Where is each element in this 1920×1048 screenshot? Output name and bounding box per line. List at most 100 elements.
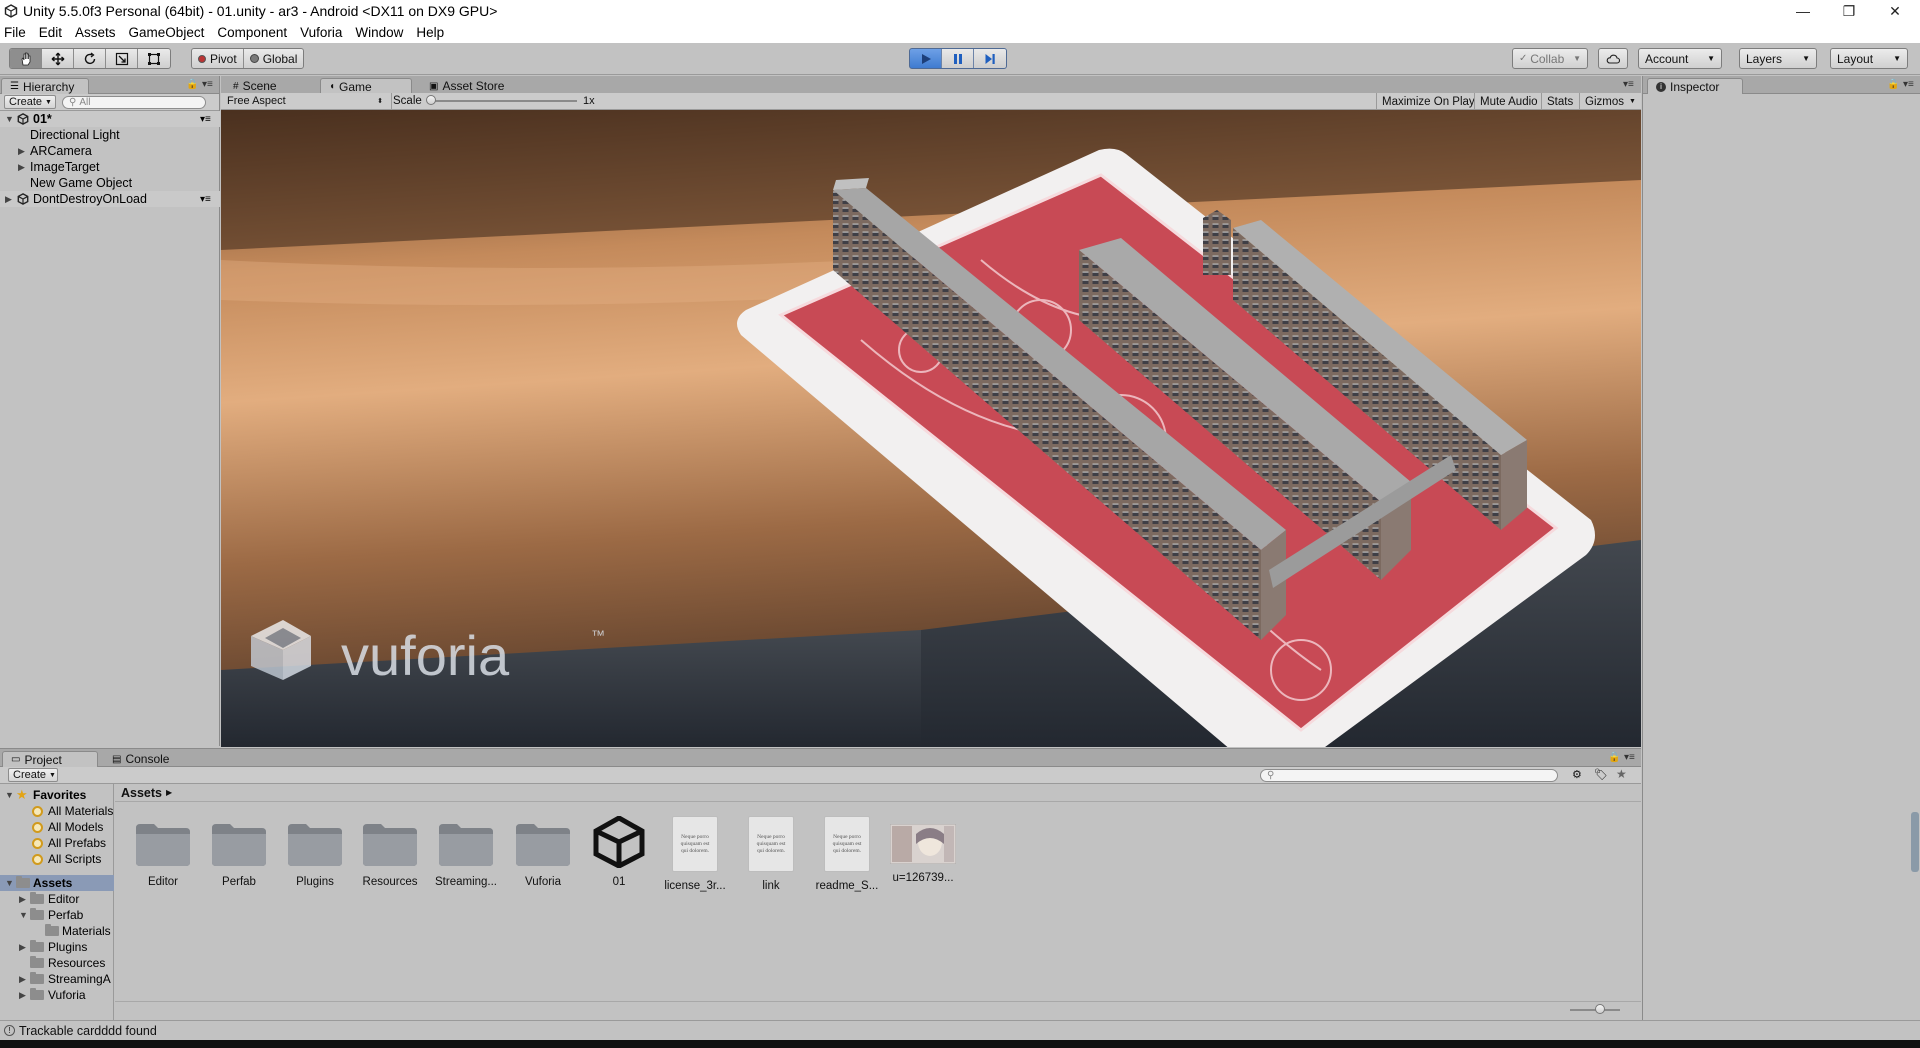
tab-project[interactable]: ▭ Project (2, 751, 98, 767)
panel-menu-icon[interactable]: ▾≡ (202, 79, 213, 90)
aspect-dropdown[interactable]: Free Aspect ⬍ (223, 94, 387, 108)
asset-text-link[interactable]: Neque porro quisquam est qui dolorem. li… (733, 816, 809, 892)
collab-dropdown[interactable]: ✓ Collab ▼ (1512, 48, 1588, 69)
maximize-button[interactable]: ❐ (1826, 0, 1872, 22)
scale-slider-track[interactable] (429, 100, 577, 102)
inspector-scrollbar[interactable] (1911, 812, 1919, 872)
asset-scene-01[interactable]: 01 (581, 816, 657, 888)
pause-button[interactable] (942, 49, 974, 68)
account-dropdown[interactable]: Account ▼ (1638, 48, 1722, 69)
scale-slider-thumb[interactable] (426, 95, 436, 105)
pivot-toggle[interactable]: Pivot (192, 49, 244, 68)
panel-menu-icon[interactable]: ▾≡ (1623, 79, 1634, 90)
menu-component[interactable]: Component (217, 25, 287, 40)
expand-arrow-icon[interactable]: ▶ (18, 162, 25, 173)
minimize-button[interactable]: — (1780, 0, 1826, 22)
game-view-viewport[interactable]: vuforia ™ (221, 110, 1641, 747)
tag-icon[interactable]: 🏷 (1594, 768, 1608, 781)
hierarchy-item[interactable]: ▶ ARCamera (0, 143, 220, 159)
folder-tree-item[interactable]: ▶ Plugins (0, 939, 114, 955)
asset-folder-perfab[interactable]: Perfab (201, 820, 277, 888)
project-create-dropdown[interactable]: Create ▼ (8, 768, 58, 782)
asset-folder-streaming[interactable]: Streaming... (428, 820, 504, 888)
hierarchy-item[interactable]: New Game Object (0, 175, 220, 191)
expand-arrow-icon[interactable]: ▼ (5, 114, 14, 124)
expand-arrow-icon[interactable]: ▶ (18, 146, 25, 157)
folder-tree-item[interactable]: Resources (0, 955, 114, 971)
asset-folder-editor[interactable]: Editor (125, 820, 201, 888)
hierarchy-search-input[interactable]: ⚲ All (62, 96, 206, 109)
filter-type-icon[interactable]: ⚙ (1572, 768, 1582, 781)
panel-menu-icon[interactable]: ▾≡ (1624, 752, 1635, 763)
menu-help[interactable]: Help (416, 25, 444, 40)
layout-dropdown[interactable]: Layout ▼ (1830, 48, 1908, 69)
layers-dropdown[interactable]: Layers ▼ (1739, 48, 1817, 69)
asset-text-readme[interactable]: Neque porro quisquam est qui dolorem. re… (809, 816, 885, 892)
tab-game[interactable]: ◖ Game (320, 78, 412, 94)
hierarchy-create-dropdown[interactable]: Create ▼ (4, 95, 56, 109)
asset-text-license[interactable]: Neque porro quisquam est qui dolorem. li… (657, 816, 733, 892)
mute-audio-toggle[interactable]: Mute Audio (1474, 93, 1543, 110)
expand-arrow-icon[interactable]: ▼ (5, 790, 14, 800)
asset-image-texture[interactable]: u=126739... (885, 824, 961, 884)
favorite-item[interactable]: All Models (0, 819, 114, 835)
expand-arrow-icon[interactable]: ▼ (5, 878, 14, 888)
cloud-button[interactable] (1598, 48, 1628, 69)
menu-gameobject[interactable]: GameObject (129, 25, 205, 40)
folder-tree-item[interactable]: Materials (0, 923, 114, 939)
step-button[interactable] (974, 49, 1006, 68)
global-toggle[interactable]: Global (244, 49, 304, 68)
rect-tool-button[interactable] (138, 49, 170, 68)
expand-arrow-icon[interactable]: ▶ (19, 942, 26, 953)
close-button[interactable]: ✕ (1872, 0, 1918, 22)
hierarchy-item[interactable]: Directional Light (0, 127, 220, 143)
tab-console[interactable]: ▤ Console (104, 751, 184, 767)
status-message[interactable]: Trackable cardddd found (19, 1024, 157, 1038)
hand-tool-button[interactable] (10, 49, 42, 68)
folder-tree-item[interactable]: ▶ Vuforia (0, 987, 114, 1003)
breadcrumb-assets[interactable]: Assets (121, 786, 162, 800)
tab-asset-store[interactable]: ▣ Asset Store (421, 78, 531, 94)
assets-root-row[interactable]: ▼ Assets (0, 875, 114, 891)
play-button[interactable] (910, 49, 942, 68)
favorites-row[interactable]: ▼ ★ Favorites (0, 787, 114, 803)
tab-hierarchy[interactable]: ☰ Hierarchy (1, 78, 89, 94)
folder-tree-item[interactable]: ▶ Editor (0, 891, 114, 907)
folder-tree-item[interactable]: ▼ Perfab (0, 907, 114, 923)
folder-tree-item[interactable]: ▶ StreamingA (0, 971, 114, 987)
icon-size-slider-thumb[interactable] (1595, 1004, 1605, 1014)
favorite-item[interactable]: All Scripts (0, 851, 114, 867)
scale-tool-button[interactable] (106, 49, 138, 68)
tab-inspector[interactable]: i Inspector (1647, 78, 1743, 94)
star-icon[interactable]: ★ (1616, 767, 1627, 781)
maximize-on-play-toggle[interactable]: Maximize On Play (1376, 93, 1480, 110)
gizmos-dropdown[interactable]: Gizmos ▼ (1579, 93, 1641, 110)
panel-menu-icon[interactable]: ▾≡ (1903, 79, 1914, 90)
tab-scene[interactable]: # Scene (225, 78, 311, 94)
asset-folder-vuforia[interactable]: Vuforia (505, 820, 581, 888)
expand-arrow-icon[interactable]: ▶ (19, 990, 26, 1001)
scene-root-row[interactable]: ▼ 01* ▾≡ (0, 111, 220, 127)
scene-menu-icon[interactable]: ▾≡ (200, 114, 211, 125)
expand-arrow-icon[interactable]: ▶ (19, 894, 26, 905)
lock-icon[interactable]: 🔒 (1887, 79, 1899, 90)
hierarchy-item[interactable]: ▶ ImageTarget (0, 159, 220, 175)
stats-toggle[interactable]: Stats (1541, 93, 1578, 110)
asset-folder-resources[interactable]: Resources (352, 820, 428, 888)
lock-icon[interactable]: 🔒 (1608, 752, 1620, 763)
expand-arrow-icon[interactable]: ▼ (19, 910, 28, 920)
lock-icon[interactable]: 🔒 (186, 79, 198, 90)
rotate-tool-button[interactable] (74, 49, 106, 68)
favorite-item[interactable]: All Materials (0, 803, 114, 819)
menu-assets[interactable]: Assets (75, 25, 116, 40)
asset-folder-plugins[interactable]: Plugins (277, 820, 353, 888)
menu-file[interactable]: File (4, 25, 26, 40)
scene-menu-icon[interactable]: ▾≡ (200, 194, 211, 205)
dontdestroy-row[interactable]: ▶ DontDestroyOnLoad ▾≡ (0, 191, 220, 207)
project-search-input[interactable]: ⚲ (1260, 769, 1558, 782)
menu-window[interactable]: Window (355, 25, 403, 40)
favorite-item[interactable]: All Prefabs (0, 835, 114, 851)
menu-edit[interactable]: Edit (39, 25, 62, 40)
menu-vuforia[interactable]: Vuforia (300, 25, 342, 40)
expand-arrow-icon[interactable]: ▶ (19, 974, 26, 985)
